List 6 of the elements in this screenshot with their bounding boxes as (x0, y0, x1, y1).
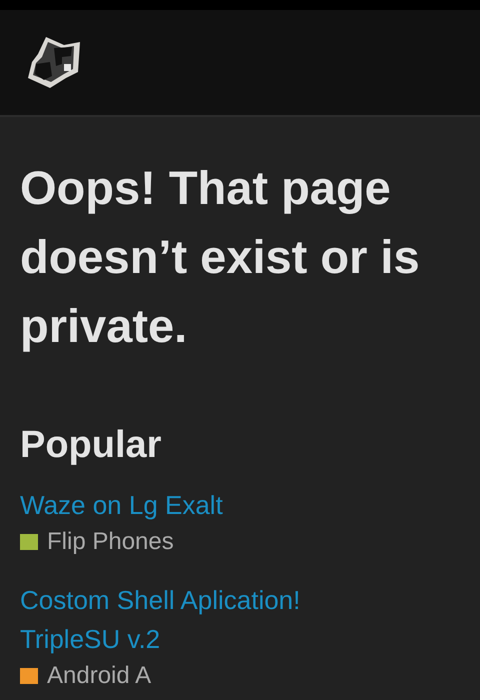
post-link[interactable]: Waze on Lg Exalt (20, 486, 350, 525)
section-title: Popular (20, 423, 162, 468)
post-link[interactable]: Costom Shell Aplication! TripleSU v.2 (20, 581, 350, 659)
error-heading: Oops! That page doesn’t exist or is private. (20, 160, 421, 354)
category-label[interactable]: Android A (47, 661, 152, 691)
category-label[interactable]: Flip Phones (47, 527, 174, 557)
